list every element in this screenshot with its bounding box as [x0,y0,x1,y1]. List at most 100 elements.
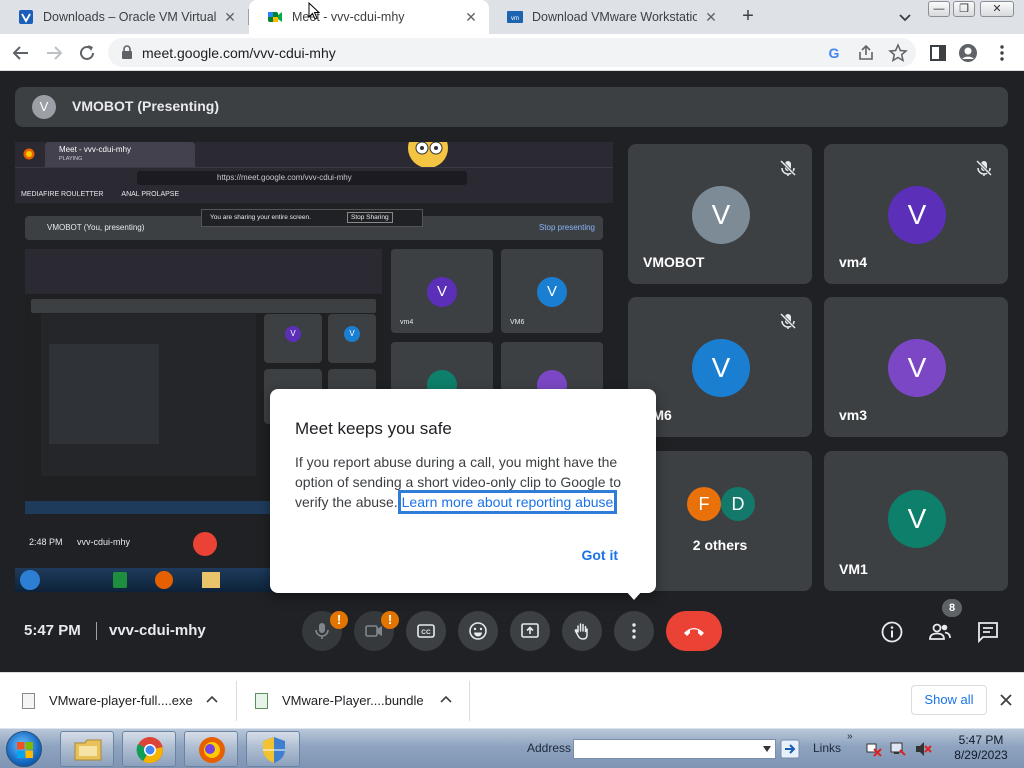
tab-search-chevron-icon[interactable] [896,8,914,26]
meeting-time: 5:47 PM [24,622,81,639]
action-center-icon[interactable] [890,741,906,757]
forward-arrow-icon[interactable] [43,42,65,64]
back-arrow-icon[interactable] [10,42,32,64]
chat-icon[interactable] [976,620,1000,644]
close-tab-icon[interactable]: ✕ [463,9,479,25]
profile-avatar-icon[interactable] [958,43,978,63]
shared-code: vvv-cdui-mhy [77,537,131,547]
reactions-button[interactable] [458,611,498,651]
dialog-pointer [625,590,643,600]
nested2-shared-screen [41,314,256,476]
participant-tile-vm3[interactable]: V vm3 [824,297,1008,437]
restore-window-button[interactable]: ❐ [953,1,975,17]
share-icon[interactable] [856,43,876,63]
firefox-icon [23,148,35,160]
dropdown-arrow-icon[interactable] [763,746,771,752]
got-it-button[interactable]: Got it [581,547,618,563]
raise-hand-button[interactable] [562,611,602,651]
bookmark-star-icon[interactable] [888,43,908,63]
mouse-cursor-icon [308,2,320,20]
reload-icon[interactable] [76,42,98,64]
tab-vmware-download[interactable]: vm Download VMware Workstation ✕ [489,0,729,34]
taskbar-address-input[interactable] [573,739,776,759]
chevron-right-icon[interactable]: » [847,731,853,742]
present-screen-button[interactable] [510,611,550,651]
presenting-banner: V VMOBOT (Presenting) [15,87,1008,127]
virtualbox-icon [19,10,33,24]
participant-avatar-d: D [721,487,755,521]
close-tab-icon[interactable]: ✕ [222,9,238,25]
browser-toolbar: meet.google.com/vvv-cdui-mhy G [0,34,1024,71]
cartoon-sticker-image [408,142,448,168]
more-vertical-icon [632,623,636,639]
show-all-downloads-button[interactable]: Show all [911,685,987,715]
close-window-button[interactable]: ✕ [980,1,1014,17]
shared-bookmark: ANAL PROLAPSE [121,191,180,198]
shared-sharing-notice: You are sharing your entire screen. Stop… [201,209,423,227]
mic-warning-badge[interactable]: ! [330,611,348,629]
shared-active-tab: Meet - vvv-cdui-mhy PLAYING [45,142,195,167]
bundle-file-icon [255,693,268,709]
camera-warning-badge[interactable]: ! [381,611,399,629]
captions-button[interactable]: CC [406,611,446,651]
new-tab-button[interactable]: + [737,5,759,27]
taskbar-chrome[interactable] [122,731,176,767]
download-name: VMware-Player....bundle [282,693,424,708]
meet-keeps-you-safe-dialog: Meet keeps you safe If you report abuse … [270,389,656,593]
meeting-details-icon[interactable] [880,620,904,644]
more-options-button[interactable] [614,611,654,651]
participant-tile-vm1[interactable]: V VM1 [824,451,1008,591]
taskbar-firefox[interactable] [184,731,238,767]
shared-tile-name: VM6 [510,319,525,326]
clock-time: 5:47 PM [958,733,1004,747]
shared-tab-playing: PLAYING [59,156,83,162]
participant-name: VM1 [839,561,868,577]
shared-firefox-icon [155,571,173,589]
tab-virtualbox-downloads[interactable]: Downloads – Oracle VM VirtualB ✕ [0,0,248,34]
download-item[interactable]: VMware-player-full....exe [0,673,236,729]
tab-google-meet[interactable]: Meet - vvv-cdui-mhy ✕ [249,0,489,34]
start-button[interactable] [6,731,42,767]
mic-muted-icon [779,159,797,177]
lock-icon[interactable] [120,45,134,60]
shared-url: https://meet.google.com/vvv-cdui-mhy [137,171,467,185]
participant-name: vm4 [839,254,868,270]
network-error-icon[interactable] [866,741,882,757]
close-tab-icon[interactable]: ✕ [703,9,719,25]
firefox-icon [199,737,225,763]
hang-up-icon [684,628,704,636]
clock[interactable]: 5:47 PM 8/29/2023 [946,733,1016,763]
go-arrow-icon[interactable] [780,739,800,759]
chrome-menu-icon[interactable] [992,43,1012,63]
shared-bookmarks-bar: MEDIAFIRE ROULETTER ANAL PROLAPSE [15,189,613,203]
google-translate-icon[interactable]: G [824,43,844,63]
participant-avatar: V [692,186,750,244]
shared-start-icon [20,570,40,590]
participant-count-badge: 8 [942,599,962,617]
volume-muted-icon[interactable] [914,741,932,757]
taskbar-security-app[interactable] [246,731,300,767]
minimize-window-button[interactable]: — [928,1,950,17]
taskbar-file-explorer[interactable] [60,731,114,767]
download-divider [469,681,470,721]
raise-hand-icon [574,623,588,640]
tab-title: Downloads – Oracle VM VirtualB [43,10,216,24]
emoji-icon [469,622,487,640]
participant-tile-vmobot[interactable]: V VMOBOT [628,144,812,284]
participant-tile-vm4[interactable]: V vm4 [824,144,1008,284]
participant-avatar: V [888,186,946,244]
learn-more-link[interactable]: Learn more about reporting abuse [397,490,618,514]
exe-file-icon [22,693,35,709]
folder-icon [74,739,102,761]
address-toolbar-label: Address [527,741,572,755]
address-bar[interactable]: meet.google.com/vvv-cdui-mhy G [108,38,916,67]
leave-call-button[interactable] [666,611,722,651]
chevron-up-icon[interactable] [205,693,219,707]
chevron-up-icon[interactable] [439,693,453,707]
download-item[interactable]: VMware-Player....bundle [233,673,469,729]
people-icon[interactable] [928,620,952,644]
side-panel-icon[interactable] [928,43,948,63]
present-screen-icon [521,623,539,638]
nested-tile: V [264,314,322,363]
close-icon[interactable] [998,692,1014,708]
